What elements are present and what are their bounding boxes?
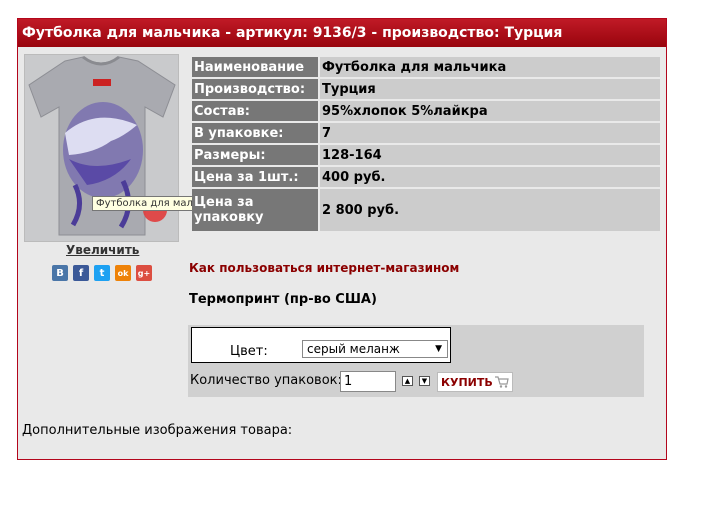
buy-button-label: КУПИТЬ xyxy=(441,375,493,389)
color-select[interactable]: серый меланж ▼ xyxy=(302,340,448,358)
extra-images-label: Дополнительные изображения товара: xyxy=(22,423,293,438)
property-key: Цена за упаковку xyxy=(192,189,318,231)
product-panel: Футболка для мальчика - артикул: 9136/3 … xyxy=(17,18,667,460)
property-key: Производство: xyxy=(192,79,318,99)
color-label: Цвет: xyxy=(230,344,268,359)
property-key: Состав: xyxy=(192,101,318,121)
vk-icon[interactable]: В xyxy=(52,265,68,281)
table-row: В упаковке: 7 xyxy=(192,123,660,143)
property-key: Цена за 1шт.: xyxy=(192,167,318,187)
buy-button[interactable]: КУПИТЬ xyxy=(437,372,513,392)
quantity-input[interactable]: 1 xyxy=(340,371,396,392)
zoom-link[interactable]: Увеличить xyxy=(66,243,139,257)
property-value: 95%хлопок 5%лайкра xyxy=(320,101,660,121)
social-share-bar: В f t ok g+ xyxy=(52,265,152,281)
twitter-icon[interactable]: t xyxy=(94,265,110,281)
table-row: Производство: Турция xyxy=(192,79,660,99)
table-row: Цена за 1шт.: 400 руб. xyxy=(192,167,660,187)
quantity-decrease-button[interactable]: ▼ xyxy=(419,376,430,386)
order-form: Цвет: серый меланж ▼ Количество упаковок… xyxy=(188,325,644,397)
product-properties-table: Наименование Футболка для мальчика Произ… xyxy=(190,55,662,233)
product-title: Футболка для мальчика - артикул: 9136/3 … xyxy=(18,19,666,47)
property-key: В упаковке: xyxy=(192,123,318,143)
property-value: 7 xyxy=(320,123,660,143)
color-option-box: Цвет: серый меланж ▼ xyxy=(191,327,451,363)
odnoklassniki-icon[interactable]: ok xyxy=(115,265,131,281)
chevron-down-icon: ▼ xyxy=(435,344,442,354)
table-row: Состав: 95%хлопок 5%лайкра xyxy=(192,101,660,121)
table-row: Наименование Футболка для мальчика xyxy=(192,57,660,77)
property-value: 400 руб. xyxy=(320,167,660,187)
quantity-increase-button[interactable]: ▲ xyxy=(402,376,413,386)
table-row: Цена за упаковку 2 800 руб. xyxy=(192,189,660,231)
print-type-label: Термопринт (пр-во США) xyxy=(189,292,377,307)
table-row: Размеры: 128-164 xyxy=(192,145,660,165)
product-photo[interactable] xyxy=(24,54,179,242)
cart-icon xyxy=(494,376,509,388)
property-value: Футболка для мальчика xyxy=(320,57,660,77)
tshirt-image xyxy=(25,55,178,241)
property-key: Размеры: xyxy=(192,145,318,165)
howto-link[interactable]: Как пользоваться интернет-магазином xyxy=(189,261,459,275)
property-key: Наименование xyxy=(192,57,318,77)
property-value: 2 800 руб. xyxy=(320,189,660,231)
googleplus-icon[interactable]: g+ xyxy=(136,265,152,281)
property-value: Турция xyxy=(320,79,660,99)
color-select-value: серый меланж xyxy=(307,342,400,356)
facebook-icon[interactable]: f xyxy=(73,265,89,281)
quantity-label: Количество упаковок: xyxy=(190,373,342,388)
property-value: 128-164 xyxy=(320,145,660,165)
